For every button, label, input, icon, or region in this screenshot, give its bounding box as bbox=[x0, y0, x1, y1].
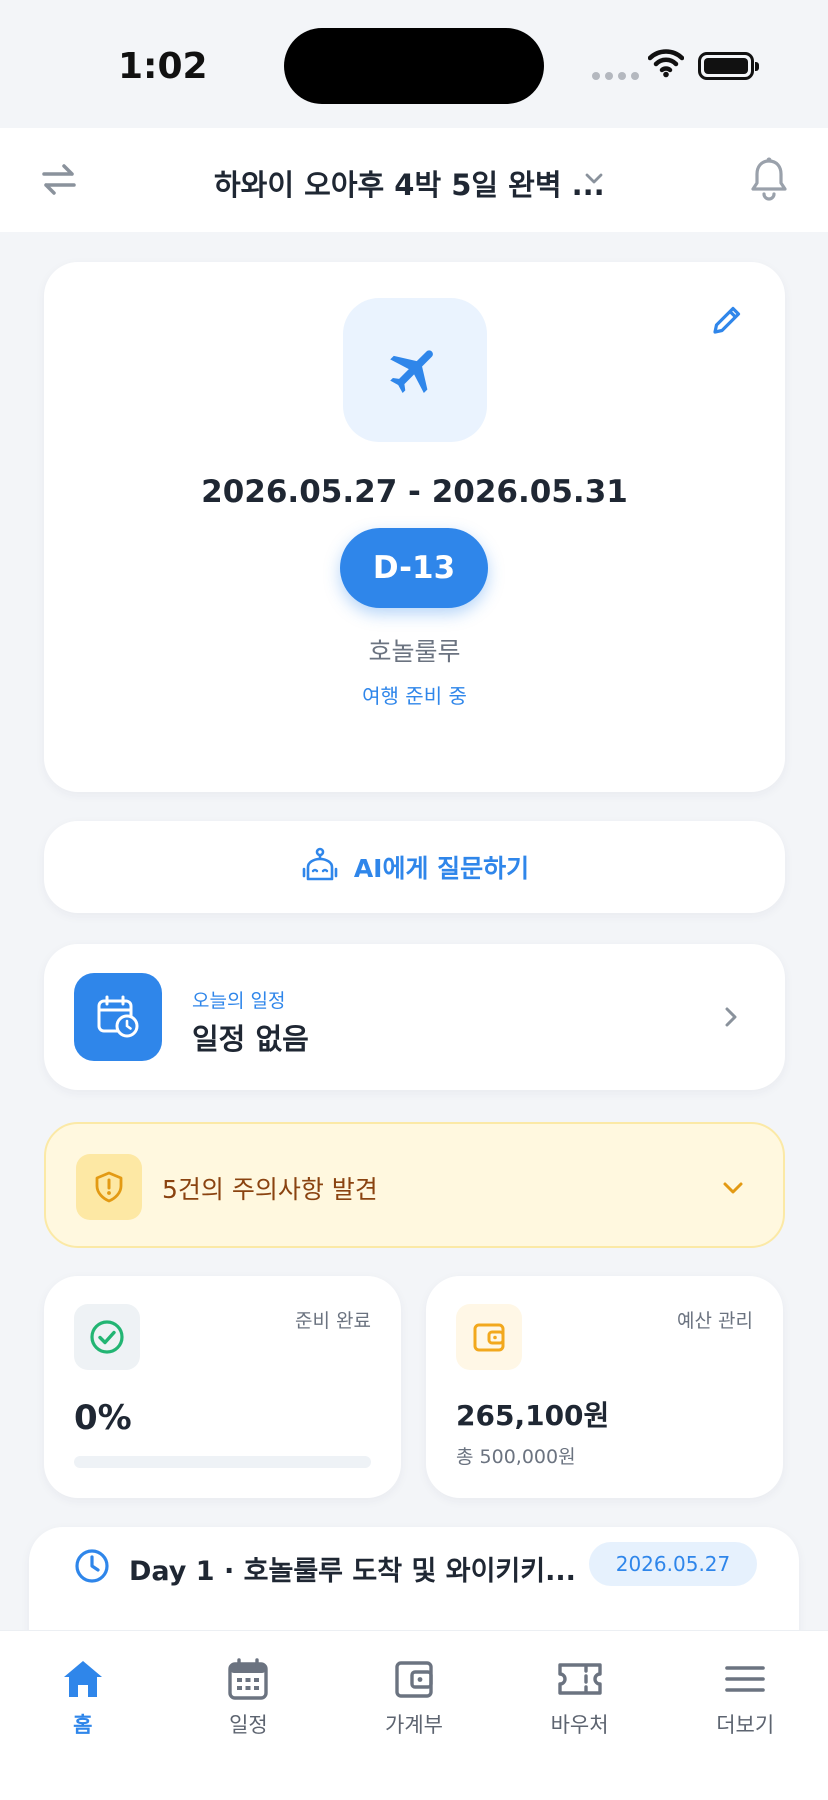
chevron-down-icon[interactable] bbox=[719, 1174, 747, 1202]
trip-summary-card: 2026.05.27 - 2026.05.31 D-13 호놀룰루 여행 준비 … bbox=[44, 262, 785, 792]
tab-label: 바우처 bbox=[550, 1713, 609, 1737]
tab-label: 홈 bbox=[73, 1713, 93, 1737]
clock-icon bbox=[75, 1549, 109, 1583]
dday-badge: D-13 bbox=[340, 528, 488, 608]
trip-city: 호놀룰루 bbox=[368, 637, 461, 666]
edit-pencil-icon[interactable] bbox=[709, 302, 745, 338]
wifi-icon bbox=[648, 49, 684, 78]
tab-voucher[interactable]: 바우처 bbox=[497, 1631, 663, 1800]
today-schedule-value: 일정 없음 bbox=[192, 1022, 309, 1056]
tab-label: 더보기 bbox=[716, 1713, 775, 1737]
preparation-card[interactable]: 준비 완료 0% bbox=[44, 1276, 401, 1498]
trip-date-range: 2026.05.27 - 2026.05.31 bbox=[201, 474, 628, 510]
tab-schedule[interactable]: 일정 bbox=[166, 1631, 332, 1800]
trip-selector-title[interactable]: 하와이 오아후 4박 5일 완벽 ... bbox=[214, 162, 605, 204]
cellular-signal-icon bbox=[592, 72, 639, 80]
calendar-clock-icon-container bbox=[74, 973, 162, 1061]
top-header: 하와이 오아후 4박 5일 완벽 ... bbox=[0, 128, 828, 232]
day-date-badge: 2026.05.27 bbox=[589, 1542, 757, 1586]
budget-total: 총 500,000원 bbox=[456, 1446, 576, 1468]
tab-home[interactable]: 홈 bbox=[0, 1631, 166, 1800]
preparation-label: 준비 완료 bbox=[295, 1310, 371, 1332]
chevron-right-icon bbox=[725, 1007, 737, 1027]
budget-spent: 265,100원 bbox=[456, 1399, 610, 1432]
tab-label: 가계부 bbox=[385, 1713, 443, 1737]
today-schedule-label: 오늘의 일정 bbox=[192, 990, 286, 1012]
tab-label: 일정 bbox=[229, 1713, 268, 1737]
ask-ai-label: AI에게 질문하기 bbox=[353, 854, 530, 883]
battery-icon bbox=[698, 52, 759, 80]
ask-ai-button[interactable]: AI에게 질문하기 bbox=[44, 821, 785, 913]
airplane-icon bbox=[390, 350, 433, 393]
status-time: 1:02 bbox=[118, 46, 208, 87]
wallet-icon bbox=[395, 1661, 433, 1698]
check-icon-container bbox=[74, 1304, 140, 1370]
status-bar: 1:02 bbox=[0, 0, 828, 128]
warnings-label: 5건의 주의사항 발견 bbox=[162, 1175, 378, 1204]
wallet-icon bbox=[473, 1323, 505, 1352]
today-schedule-card[interactable]: 오늘의 일정 일정 없음 bbox=[44, 944, 785, 1090]
home-icon bbox=[63, 1661, 102, 1697]
budget-card[interactable]: 예산 관리 265,100원 총 500,000원 bbox=[426, 1276, 783, 1498]
day-title: Day 1 · 호놀룰루 도착 및 와이키키... bbox=[129, 1556, 576, 1587]
warnings-banner[interactable]: 5건의 주의사항 발견 bbox=[44, 1122, 785, 1248]
wallet-icon-container bbox=[456, 1304, 522, 1370]
notification-bell-icon[interactable] bbox=[748, 156, 790, 202]
trip-status-text: 여행 준비 중 bbox=[362, 684, 467, 708]
bottom-tab-bar: 홈 일정 가계부 바우처 더보기 bbox=[0, 1630, 828, 1800]
swap-trip-icon[interactable] bbox=[40, 160, 78, 198]
ticket-icon bbox=[557, 1663, 602, 1695]
tab-more[interactable]: 더보기 bbox=[662, 1631, 828, 1800]
calendar-icon bbox=[228, 1658, 269, 1700]
chevron-down-icon[interactable] bbox=[582, 166, 606, 190]
calendar-clock-icon bbox=[97, 995, 139, 1038]
shield-alert-icon bbox=[95, 1171, 123, 1203]
preparation-percent: 0% bbox=[74, 1398, 132, 1438]
trip-icon-container bbox=[343, 298, 487, 442]
menu-icon bbox=[725, 1666, 765, 1692]
dynamic-island bbox=[284, 28, 544, 104]
tab-ledger[interactable]: 가계부 bbox=[331, 1631, 497, 1800]
warning-icon-container bbox=[76, 1154, 142, 1220]
budget-label: 예산 관리 bbox=[677, 1310, 753, 1332]
preparation-progress-bar bbox=[74, 1456, 371, 1468]
robot-icon bbox=[302, 847, 338, 881]
check-circle-icon bbox=[90, 1320, 124, 1354]
